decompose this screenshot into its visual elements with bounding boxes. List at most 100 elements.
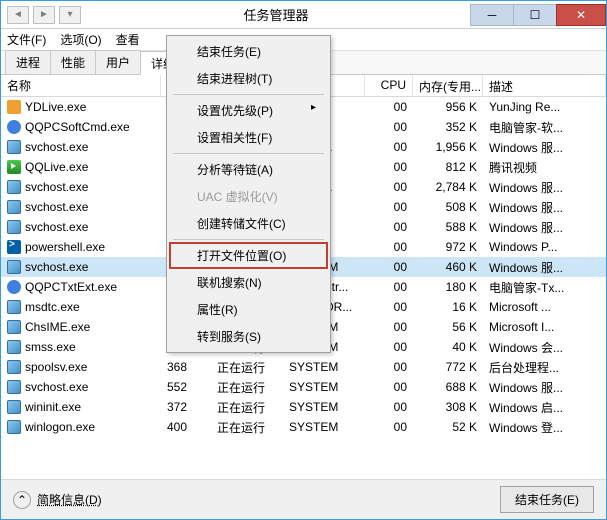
process-desc: Microsoft ... xyxy=(483,299,606,315)
process-icon xyxy=(7,100,21,114)
process-cpu: 00 xyxy=(365,239,413,255)
process-desc: Windows 服... xyxy=(483,178,606,197)
menu-goto-services[interactable]: 转到服务(S) xyxy=(169,323,328,350)
menu-separator xyxy=(173,153,324,154)
process-desc: YunJing Re... xyxy=(483,99,606,115)
process-user: SYSTEM xyxy=(283,359,365,375)
process-icon xyxy=(7,360,21,374)
process-status: 正在运行 xyxy=(211,378,283,397)
table-row[interactable]: wininit.exe372正在运行SYSTEM00308 KWindows 启… xyxy=(1,397,606,417)
col-cpu[interactable]: CPU xyxy=(365,75,413,96)
minimize-button[interactable]: ─ xyxy=(470,4,514,26)
menu-end-tree[interactable]: 结束进程树(T) xyxy=(169,65,328,92)
end-task-button[interactable]: 结束任务(E) xyxy=(500,486,594,513)
window-title: 任务管理器 xyxy=(81,5,471,24)
process-name: svchost.exe xyxy=(25,260,88,274)
process-desc: Windows 服... xyxy=(483,258,606,277)
menu-analyze-wait[interactable]: 分析等待链(A) xyxy=(169,156,328,183)
process-name: svchost.exe xyxy=(25,180,88,194)
process-name: svchost.exe xyxy=(25,200,88,214)
process-icon xyxy=(7,400,21,414)
tab-performance[interactable]: 性能 xyxy=(50,50,96,74)
menu-create-dump[interactable]: 创建转储文件(C) xyxy=(169,210,328,237)
process-cpu: 00 xyxy=(365,199,413,215)
context-menu: 结束任务(E) 结束进程树(T) 设置优先级(P) 设置相关性(F) 分析等待链… xyxy=(166,35,331,353)
table-row[interactable]: spoolsv.exe368正在运行SYSTEM00772 K后台处理程... xyxy=(1,357,606,377)
process-desc: Windows 服... xyxy=(483,218,606,237)
process-icon xyxy=(7,220,21,234)
process-icon xyxy=(7,120,21,134)
history-dropdown-button[interactable]: ▾ xyxy=(59,6,81,24)
process-icon xyxy=(7,280,21,294)
maximize-button[interactable]: ☐ xyxy=(513,4,557,26)
menu-set-affinity[interactable]: 设置相关性(F) xyxy=(169,124,328,151)
process-cpu: 00 xyxy=(365,219,413,235)
process-desc: Windows 启... xyxy=(483,398,606,417)
footer: ⌃ 简略信息(D) 结束任务(E) xyxy=(1,479,606,519)
brief-info-link[interactable]: 简略信息(D) xyxy=(37,491,102,508)
menu-uac-virt: UAC 虚拟化(V) xyxy=(169,183,328,210)
process-cpu: 00 xyxy=(365,419,413,435)
process-mem: 56 K xyxy=(413,319,483,335)
expand-icon[interactable]: ⌃ xyxy=(13,491,31,509)
process-mem: 588 K xyxy=(413,219,483,235)
menu-open-location[interactable]: 打开文件位置(O) xyxy=(169,242,328,269)
process-mem: 16 K xyxy=(413,299,483,315)
process-icon xyxy=(7,420,21,434)
process-cpu: 00 xyxy=(365,359,413,375)
process-name: smss.exe xyxy=(25,340,76,354)
col-mem[interactable]: 内存(专用... xyxy=(413,75,483,96)
menu-search-online[interactable]: 联机搜索(N) xyxy=(169,269,328,296)
table-row[interactable]: svchost.exe552正在运行SYSTEM00688 KWindows 服… xyxy=(1,377,606,397)
process-mem: 1,956 K xyxy=(413,139,483,155)
process-desc: Windows 登... xyxy=(483,418,606,437)
process-status: 正在运行 xyxy=(211,418,283,437)
process-desc: Windows 服... xyxy=(483,198,606,217)
process-name: winlogon.exe xyxy=(25,420,95,434)
process-status: 正在运行 xyxy=(211,398,283,417)
history-fwd-button[interactable]: ► xyxy=(33,6,55,24)
process-name: spoolsv.exe xyxy=(25,360,87,374)
process-name: wininit.exe xyxy=(25,400,81,414)
process-cpu: 00 xyxy=(365,119,413,135)
process-cpu: 00 xyxy=(365,339,413,355)
process-pid: 368 xyxy=(161,359,211,375)
process-icon xyxy=(7,160,21,174)
process-name: YDLive.exe xyxy=(25,100,86,114)
process-mem: 460 K xyxy=(413,259,483,275)
process-pid: 552 xyxy=(161,379,211,395)
process-cpu: 00 xyxy=(365,299,413,315)
process-name: svchost.exe xyxy=(25,220,88,234)
table-row[interactable]: winlogon.exe400正在运行SYSTEM0052 KWindows 登… xyxy=(1,417,606,437)
close-button[interactable]: ✕ xyxy=(556,4,606,26)
process-name: QQPCTxtExt.exe xyxy=(25,280,117,294)
process-pid: 372 xyxy=(161,399,211,415)
titlebar: ◄ ► ▾ 任务管理器 ─ ☐ ✕ xyxy=(1,1,606,29)
history-back-button[interactable]: ◄ xyxy=(7,6,29,24)
process-mem: 352 K xyxy=(413,119,483,135)
tab-processes[interactable]: 进程 xyxy=(5,50,51,74)
process-cpu: 00 xyxy=(365,99,413,115)
col-desc[interactable]: 描述 xyxy=(483,75,606,96)
menu-options[interactable]: 选项(O) xyxy=(60,31,101,48)
process-cpu: 00 xyxy=(365,259,413,275)
tab-users[interactable]: 用户 xyxy=(95,50,141,74)
process-desc: 电脑管家-Tx... xyxy=(483,278,606,297)
process-desc: Windows 服... xyxy=(483,138,606,157)
menu-view[interactable]: 查看 xyxy=(116,31,140,48)
process-mem: 972 K xyxy=(413,239,483,255)
process-mem: 772 K xyxy=(413,359,483,375)
process-cpu: 00 xyxy=(365,319,413,335)
process-mem: 812 K xyxy=(413,159,483,175)
process-desc: Windows P... xyxy=(483,239,606,255)
menu-file[interactable]: 文件(F) xyxy=(7,31,46,48)
col-name[interactable]: 名称 xyxy=(1,75,161,96)
process-icon xyxy=(7,200,21,214)
process-icon xyxy=(7,340,21,354)
process-pid: 400 xyxy=(161,419,211,435)
menu-end-task[interactable]: 结束任务(E) xyxy=(169,38,328,65)
process-desc: Windows 会... xyxy=(483,338,606,357)
menu-properties[interactable]: 属性(R) xyxy=(169,296,328,323)
process-icon xyxy=(7,240,21,254)
menu-set-priority[interactable]: 设置优先级(P) xyxy=(169,97,328,124)
